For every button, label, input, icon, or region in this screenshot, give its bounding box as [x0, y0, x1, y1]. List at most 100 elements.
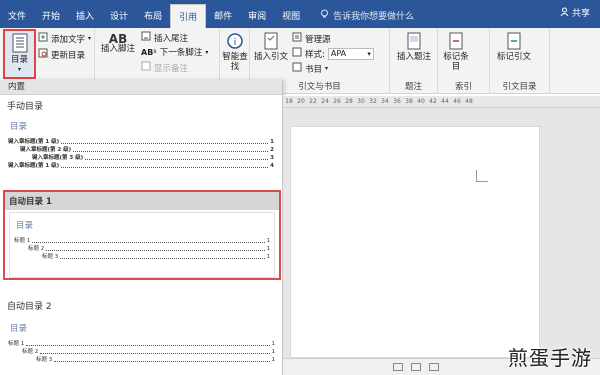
- update-toc-label: 更新目录: [51, 50, 86, 61]
- captions-group: 插入题注 题注: [390, 28, 438, 94]
- manual-toc-preview: 目录 键入章标题(第 1 级) 1 键入章标题(第 2 级) 2 键入章标题(第 3…: [8, 120, 274, 170]
- citation-icon: [264, 32, 278, 50]
- insert-caption-button[interactable]: 插入题注: [394, 32, 434, 62]
- authorities-group: 标记引文 引文目录: [490, 28, 550, 94]
- toc-line: 键入章标题(第 1 级) 1: [8, 139, 274, 145]
- toc-button-label: 目录: [10, 55, 28, 65]
- auto-toc-1-title: 自动目录 1: [5, 192, 279, 210]
- read-mode-button[interactable]: [393, 363, 403, 371]
- smart-lookup-label: 智能查找: [222, 52, 248, 72]
- index-group-label: 索引: [454, 82, 472, 92]
- mark-citation-label: 标记引文: [496, 52, 531, 62]
- toc-line: 标题 11: [8, 341, 275, 347]
- tell-me-text: 告诉我你想要做什么: [333, 11, 415, 22]
- auto-toc-2-heading: 目录: [10, 324, 28, 334]
- update-icon: [38, 48, 48, 61]
- bibliography-button[interactable]: 书目 ▾: [292, 62, 328, 75]
- mark-entry-icon: [449, 32, 463, 50]
- bibliography-icon: [292, 62, 302, 75]
- add-text-label: 添加文字: [51, 34, 86, 45]
- watermark-text: 煎蛋手游: [508, 346, 592, 370]
- ab-icon: AB: [108, 32, 128, 46]
- add-text-button[interactable]: 添加文字 ▾: [38, 32, 91, 45]
- share-label: 共享: [571, 9, 590, 19]
- chevron-down-icon: ▾: [325, 65, 329, 72]
- tab-home[interactable]: 开始: [34, 2, 68, 28]
- style-dropdown[interactable]: APA: [327, 47, 374, 60]
- horizontal-ruler: 18 20 22 24 26 28 30 32 34 36 38 40 42 44 46 48: [283, 96, 600, 108]
- tab-mailings[interactable]: 邮件: [206, 2, 240, 28]
- tab-view[interactable]: 视图: [274, 2, 308, 28]
- toc-line: 标题 11: [14, 238, 270, 244]
- manual-toc-title: 手动目录: [7, 102, 44, 112]
- manage-sources-icon: [292, 32, 302, 45]
- insert-footnote-label: 插入脚注: [100, 44, 135, 54]
- share-button[interactable]: 共享: [560, 6, 590, 19]
- manual-toc-heading: 目录: [10, 122, 28, 132]
- toc-line: 标题 21: [22, 349, 275, 355]
- print-layout-button[interactable]: [411, 363, 421, 371]
- insert-citation-button[interactable]: 插入引文: [253, 32, 289, 62]
- mark-citation-button[interactable]: 标记引文: [494, 32, 534, 62]
- tab-layout[interactable]: 布局: [136, 2, 170, 28]
- show-notes-label: 显示备注: [154, 63, 189, 74]
- web-layout-button[interactable]: [429, 363, 439, 371]
- document-page[interactable]: [290, 126, 540, 358]
- manual-toc-option[interactable]: 手动目录 目录 键入章标题(第 1 级) 1 键入章标题(第 2 级) 2 键入章标…: [0, 95, 282, 170]
- auto-toc-1-heading: 目录: [16, 221, 34, 231]
- toc-line: 标题 31: [36, 357, 275, 363]
- add-text-icon: [38, 32, 48, 45]
- insert-caption-label: 插入题注: [396, 52, 431, 62]
- chevron-down-icon: ▾: [88, 35, 92, 42]
- lightbulb-icon: [320, 9, 329, 22]
- auto-toc-2-preview: 目录 标题 11 标题 21 标题 31: [8, 322, 275, 364]
- chevron-down-icon: ▾: [17, 66, 21, 73]
- svg-text:i: i: [234, 37, 237, 48]
- captions-group-label: 题注: [404, 82, 422, 92]
- toc-line: 键入章标题(第 2 级) 2: [20, 147, 274, 153]
- mark-citation-icon: [507, 32, 521, 50]
- search-icon: i: [227, 33, 243, 49]
- mark-entry-button[interactable]: 标记条目: [442, 32, 470, 72]
- authorities-group-label: 引文目录: [502, 82, 537, 92]
- manage-sources-label: 管理源: [305, 34, 331, 45]
- toc-line: 键入章标题(第 1 级) 4: [8, 163, 274, 169]
- tell-me-box[interactable]: 告诉我你想要做什么: [320, 2, 414, 28]
- tab-review[interactable]: 审阅: [240, 2, 274, 28]
- style-icon: [292, 47, 302, 60]
- style-label: 样式:: [305, 49, 325, 60]
- insert-footnote-button[interactable]: AB 插入脚注: [99, 32, 137, 54]
- auto-toc-1-preview: 目录 标题 11 标题 21 标题 31: [9, 212, 275, 278]
- tab-references[interactable]: 引用: [170, 4, 207, 28]
- smart-lookup-button[interactable]: i 智能查找: [222, 32, 248, 72]
- insert-endnote-button[interactable]: 插入尾注: [141, 31, 188, 44]
- mark-entry-label: 标记条目: [443, 52, 469, 72]
- ribbon-tab-bar: 文件 开始 插入 设计 布局 引用 邮件 审阅 视图 告诉我你想要做什么: [0, 0, 600, 28]
- chevron-down-icon: ▾: [205, 48, 209, 56]
- toc-button[interactable]: 目录 ▾: [3, 29, 36, 79]
- toc-line: 标题 31: [42, 254, 270, 260]
- gallery-header: 内置: [0, 80, 282, 95]
- caption-icon: [407, 32, 421, 50]
- tab-insert[interactable]: 插入: [68, 2, 102, 28]
- style-selector[interactable]: 样式: APA: [292, 47, 374, 60]
- next-footnote-button[interactable]: AB¹ 下一条脚注 ▾: [141, 46, 209, 59]
- auto-toc-2-title: 自动目录 2: [7, 302, 52, 312]
- update-toc-button[interactable]: 更新目录: [38, 48, 85, 61]
- tab-design[interactable]: 设计: [102, 2, 136, 28]
- index-group: 标记条目 索引: [438, 28, 490, 94]
- next-footnote-icon: AB¹: [141, 47, 157, 57]
- insert-citation-label: 插入引文: [253, 52, 288, 62]
- bibliography-label: 书目: [305, 64, 323, 75]
- auto-toc-2-option[interactable]: 自动目录 2 目录 标题 11 标题 21 标题 31: [0, 295, 283, 364]
- user-icon: [560, 7, 569, 19]
- auto-toc-1-option[interactable]: 自动目录 1 目录 标题 11 标题 21 标题 31: [3, 190, 281, 280]
- show-notes-button[interactable]: 显示备注: [141, 61, 188, 74]
- show-notes-icon: [141, 61, 151, 74]
- endnote-icon: [141, 31, 151, 44]
- tab-file[interactable]: 文件: [0, 2, 34, 28]
- insert-endnote-label: 插入尾注: [154, 33, 189, 44]
- toc-line: 标题 21: [28, 246, 270, 252]
- manage-sources-button[interactable]: 管理源: [292, 32, 331, 45]
- toc-icon: [12, 33, 27, 53]
